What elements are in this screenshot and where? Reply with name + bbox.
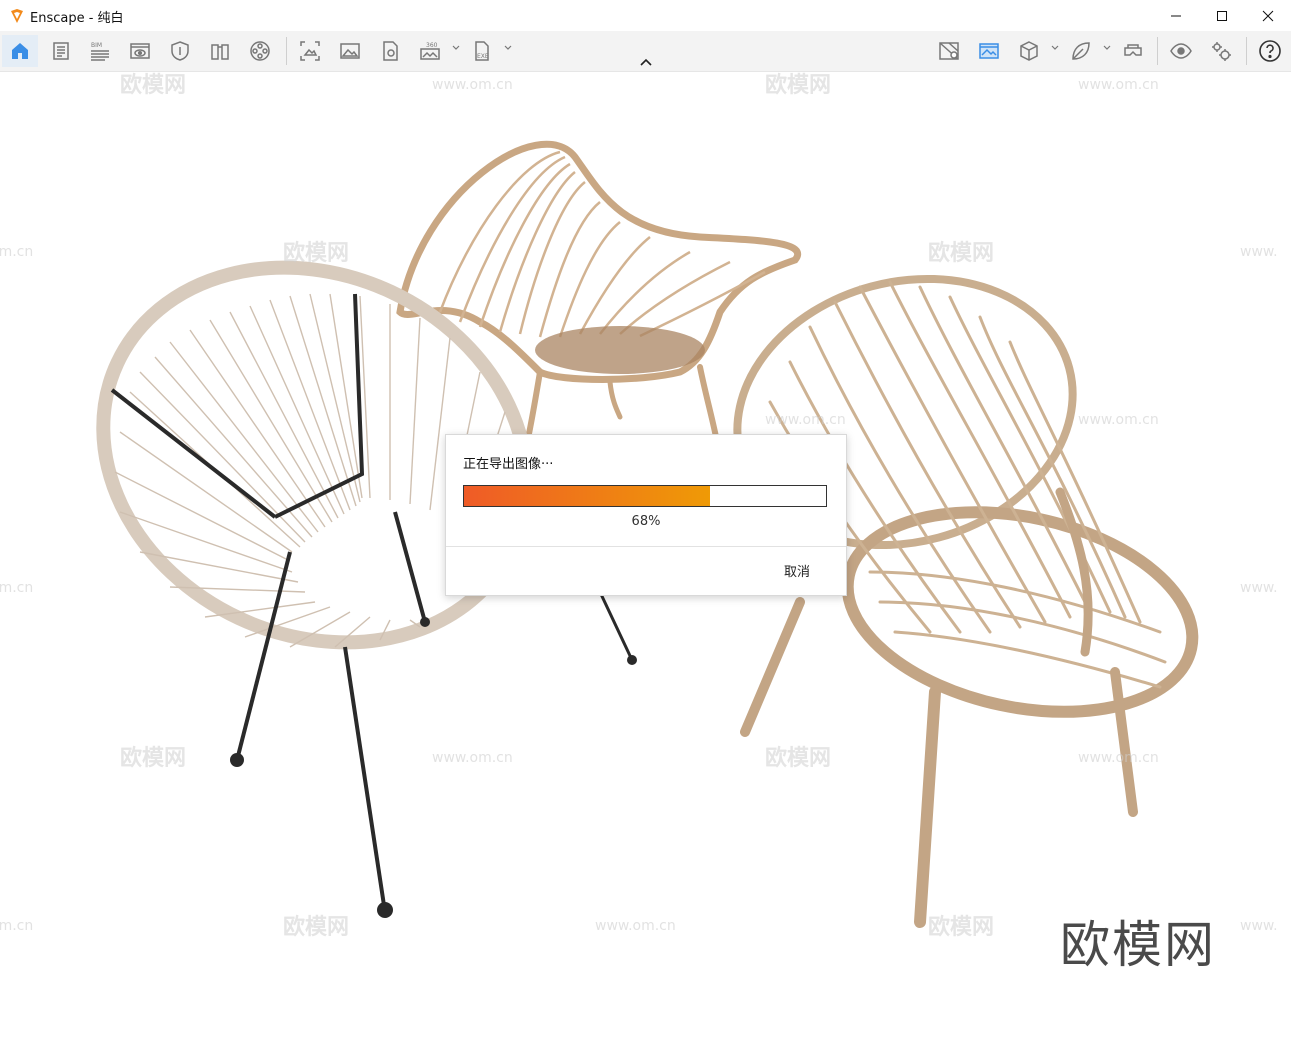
film-reel-icon (250, 41, 270, 61)
image-icon (340, 43, 360, 59)
toolbar-separator (286, 37, 287, 65)
toolbar-separator (1246, 37, 1247, 65)
svg-text:om.cn: om.cn (0, 580, 33, 596)
material-icon (939, 42, 959, 60)
export-progress-dialog: 正在导出图像··· 68% 取消 (445, 434, 847, 596)
exe-export-icon: EXE (475, 41, 489, 61)
back-chair-dark-legs (598, 591, 634, 661)
svg-text:欧模网: 欧模网 (765, 745, 831, 771)
film-reel-button[interactable] (242, 35, 278, 67)
help-button[interactable] (1252, 35, 1288, 67)
cancel-button[interactable]: 取消 (784, 561, 810, 580)
svg-text:www.om.cn: www.om.cn (1078, 750, 1159, 766)
svg-text:360: 360 (426, 42, 438, 49)
progress-bar (463, 485, 827, 507)
rattan-butterfly-slats (438, 150, 766, 338)
eye-icon (1170, 43, 1192, 59)
brand-watermark: 欧模网 (1060, 916, 1216, 974)
settings-icon (1212, 42, 1231, 61)
svg-text:om.cn: om.cn (0, 244, 33, 260)
svg-text:欧模网: 欧模网 (120, 72, 186, 98)
view-icon (130, 43, 150, 59)
enscape-logo-icon (11, 9, 23, 23)
svg-text:www.: www. (1240, 918, 1278, 934)
svg-text:www.om.cn: www.om.cn (1078, 77, 1159, 93)
screenshot-icon (300, 41, 320, 61)
book-button[interactable] (202, 35, 238, 67)
svg-text:EXE: EXE (477, 53, 489, 60)
vr-headset-button[interactable] (1115, 35, 1151, 67)
svg-text:www.om.cn: www.om.cn (432, 750, 513, 766)
svg-text:欧模网: 欧模网 (765, 72, 831, 98)
svg-text:om.cn: om.cn (0, 918, 33, 934)
cube-icon (1020, 41, 1038, 61)
book-icon (211, 44, 229, 60)
cube-dropdown-icon[interactable] (1050, 43, 1060, 53)
material-button[interactable] (931, 35, 967, 67)
exe-export-button[interactable]: EXE (464, 35, 500, 67)
svg-text:www.: www. (1240, 580, 1278, 596)
eye-button[interactable] (1163, 35, 1199, 67)
svg-text:www.om.cn: www.om.cn (765, 412, 846, 428)
maximize-icon (1217, 10, 1227, 21)
settings-button[interactable] (1203, 35, 1239, 67)
svg-text:欧模网: 欧模网 (928, 914, 994, 940)
maximize-button[interactable] (1199, 0, 1245, 31)
image-view-icon (979, 43, 999, 59)
svg-text:www.: www. (1240, 244, 1278, 260)
svg-text:欧模网: 欧模网 (283, 914, 349, 940)
dialog-divider (446, 546, 846, 547)
minimize-button[interactable] (1153, 0, 1199, 31)
bim-icon: BIM (91, 42, 109, 61)
svg-text:欧模网: 欧模网 (120, 745, 186, 771)
screenshot-button[interactable] (292, 35, 328, 67)
document-icon (53, 42, 69, 60)
home-icon (12, 43, 28, 59)
window-title: Enscape - 纯白 (30, 11, 124, 26)
vr-headset-icon (1124, 44, 1142, 56)
leaf-dropdown-icon[interactable] (1102, 43, 1112, 53)
svg-text:欧模网: 欧模网 (928, 240, 994, 266)
close-button[interactable] (1245, 0, 1291, 31)
shield-icon (171, 41, 189, 61)
toolbar-separator (1157, 37, 1158, 65)
image-view-button[interactable] (971, 35, 1007, 67)
svg-text:www.om.cn: www.om.cn (432, 77, 513, 93)
svg-text:www.om.cn: www.om.cn (1078, 412, 1159, 428)
rattan-butterfly-seat (535, 326, 705, 374)
panorama-360-icon: 360 (420, 42, 440, 60)
svg-text:欧模网: 欧模网 (283, 240, 349, 266)
image-button[interactable] (332, 35, 368, 67)
leaf-button[interactable] (1063, 35, 1099, 67)
panorama-button[interactable]: 360 (412, 35, 448, 67)
svg-text:BIM: BIM (91, 42, 102, 49)
home-button[interactable] (2, 35, 38, 67)
collapse-toolbar-icon[interactable] (638, 56, 654, 68)
title-bar: Enscape - 纯白 (0, 0, 1291, 31)
batch-render-button[interactable] (372, 35, 408, 67)
batch-render-icon (383, 41, 398, 61)
cube-button[interactable] (1011, 35, 1047, 67)
bim-button[interactable]: BIM (82, 35, 118, 67)
svg-text:www.om.cn: www.om.cn (595, 918, 676, 934)
progress-percentage: 68% (631, 514, 661, 529)
close-icon (1262, 10, 1274, 21)
minimize-icon (1171, 15, 1181, 16)
exe-dropdown-icon[interactable] (503, 43, 513, 53)
dialog-title: 正在导出图像··· (463, 457, 554, 472)
back-chair-foot (627, 655, 637, 665)
document-button[interactable] (43, 35, 79, 67)
progress-bar-fill (464, 486, 711, 506)
help-icon (1259, 40, 1281, 62)
shield-button[interactable] (162, 35, 198, 67)
view-button[interactable] (122, 35, 158, 67)
leaf-icon (1072, 42, 1090, 60)
panorama-dropdown-icon[interactable] (451, 43, 461, 53)
